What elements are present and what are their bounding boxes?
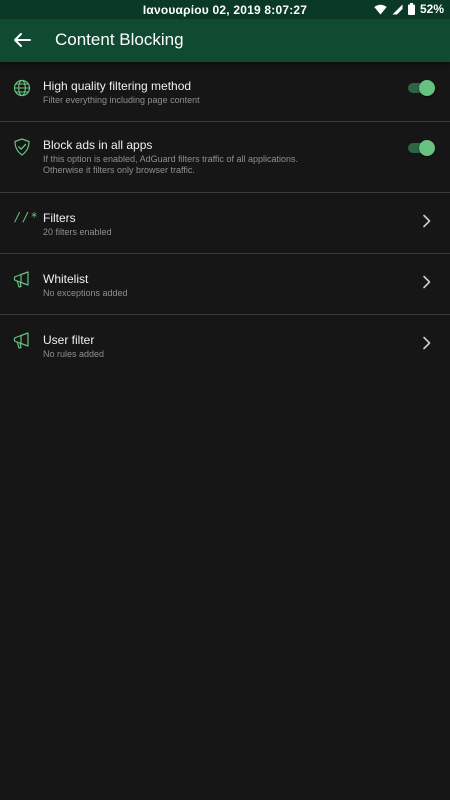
filters-icon: //* (14, 210, 39, 224)
battery-level: 52% (419, 2, 444, 16)
settings-list: High quality filtering method Filter eve… (0, 62, 450, 375)
row-title: High quality filtering method (43, 79, 192, 93)
toggle-high-quality-filtering[interactable] (406, 80, 435, 96)
row-title: Whitelist (43, 272, 89, 286)
row-subtitle: No rules added (43, 349, 105, 359)
battery-icon (407, 3, 415, 15)
toggle-thumb (419, 80, 435, 96)
status-icons: 52% (374, 2, 444, 16)
row-block-ads-all-apps[interactable]: Block ads in all apps If this option is … (0, 122, 450, 193)
row-subtitle-line-1: If this option is enabled, AdGuard filte… (43, 154, 298, 164)
row-user-filter[interactable]: User filter No rules added (0, 315, 450, 375)
row-subtitle: No exceptions added (43, 288, 128, 298)
chevron-right-icon (423, 214, 431, 228)
page-title: Content Blocking (55, 30, 184, 49)
row-subtitle: Filter everything including page content (43, 95, 200, 105)
shield-check-icon (14, 138, 30, 156)
row-subtitle-line-2: Otherwise it filters only browser traffi… (43, 165, 195, 175)
toggle-block-ads-all-apps[interactable] (406, 140, 435, 156)
status-bar: Ιανουαρίου 02, 2019 8:07:27 52% (0, 0, 450, 19)
row-high-quality-filtering[interactable]: High quality filtering method Filter eve… (0, 62, 450, 122)
signal-icon (392, 4, 403, 14)
app-bar: Content Blocking (0, 19, 450, 62)
chevron-right-icon (423, 275, 431, 289)
back-arrow-icon[interactable] (10, 28, 34, 52)
row-subtitle: 20 filters enabled (43, 227, 112, 237)
chevron-right-icon (423, 336, 431, 350)
megaphone-icon (13, 271, 29, 288)
toggle-thumb (419, 140, 435, 156)
megaphone-icon (13, 332, 29, 349)
row-title: Filters (43, 211, 76, 225)
wifi-icon (374, 4, 387, 14)
row-filters[interactable]: //* Filters 20 filters enabled (0, 193, 450, 254)
row-title: User filter (43, 333, 95, 347)
row-whitelist[interactable]: Whitelist No exceptions added (0, 254, 450, 315)
row-title: Block ads in all apps (43, 138, 153, 152)
globe-icon (13, 79, 31, 97)
